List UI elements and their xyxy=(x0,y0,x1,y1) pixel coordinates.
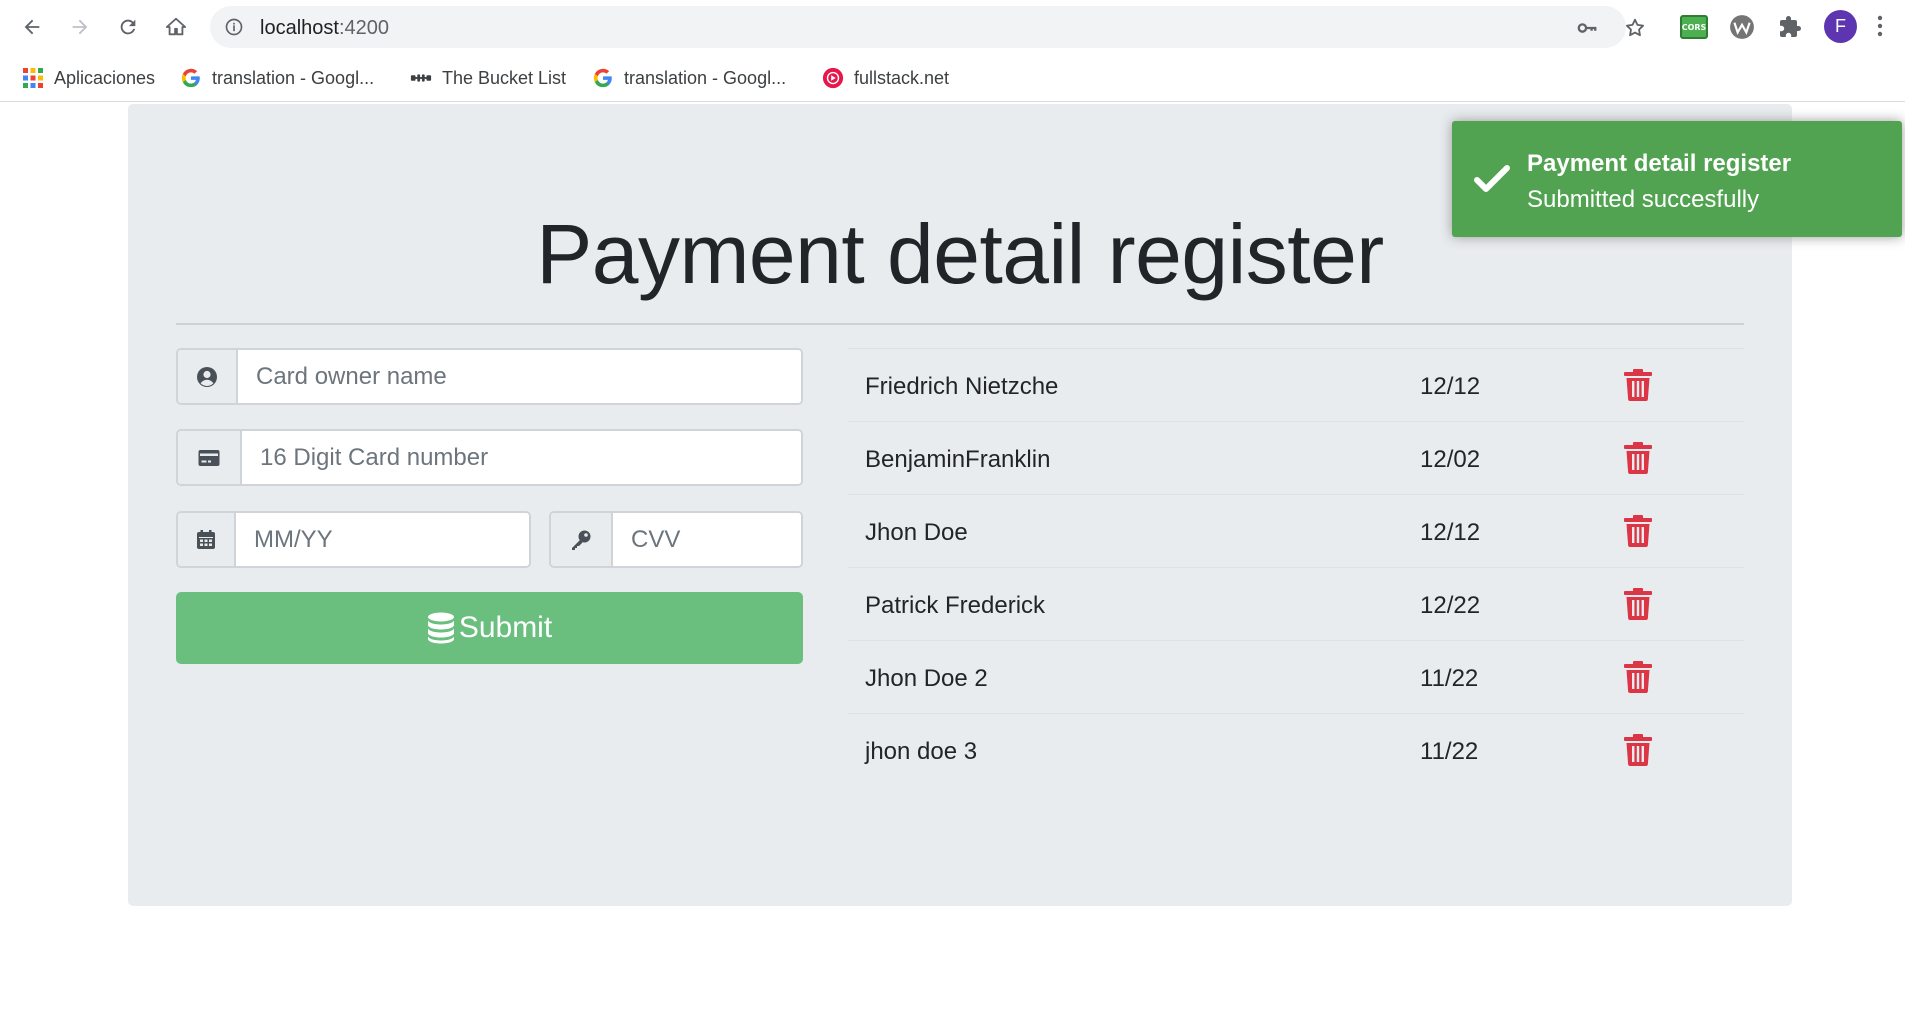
expiry-cell: 12/22 xyxy=(1420,592,1481,619)
toast-title: Payment detail register xyxy=(1527,150,1792,177)
owner-name-group xyxy=(176,348,803,405)
google-icon xyxy=(593,68,612,88)
site-info-icon[interactable] xyxy=(224,17,244,37)
reload-button[interactable] xyxy=(110,9,146,45)
reload-icon xyxy=(120,19,136,35)
owner-addon xyxy=(178,350,238,403)
table-row[interactable]: Friedrich Nietzche 12/12 xyxy=(848,348,1744,421)
back-arrow-icon xyxy=(24,19,40,35)
bookmark-label: fullstack.net xyxy=(854,67,950,88)
forward-arrow-icon xyxy=(72,19,88,35)
bookmark-label: translation - Googl... xyxy=(624,67,787,88)
expiration-group xyxy=(176,511,531,568)
w-extension-icon[interactable] xyxy=(1728,13,1756,41)
payment-details-table: Friedrich Nietzche 12/12 BenjaminFrankli… xyxy=(848,348,1744,786)
card-number-input[interactable] xyxy=(242,431,801,484)
browser-menu-icon[interactable] xyxy=(1876,14,1884,38)
url-host: localhost xyxy=(260,17,339,39)
key-icon xyxy=(572,530,591,550)
table-row[interactable]: jhon doe 3 11/22 xyxy=(848,713,1744,786)
success-toast[interactable]: Payment detail register Submitted succes… xyxy=(1452,121,1902,237)
home-button[interactable] xyxy=(158,9,194,45)
owner-name-input[interactable] xyxy=(238,350,801,403)
bookmark-label: The Bucket List xyxy=(442,67,567,88)
trash-icon[interactable] xyxy=(1624,734,1652,766)
expiry-cell: 11/22 xyxy=(1420,738,1479,765)
card-owner-cell: Jhon Doe 2 xyxy=(865,665,988,692)
trash-icon[interactable] xyxy=(1624,588,1652,620)
bookmark-translation-2[interactable]: translation - Googl... xyxy=(592,66,786,90)
profile-avatar[interactable]: F xyxy=(1824,10,1857,43)
submit-button[interactable]: Submit xyxy=(176,592,803,664)
table-row[interactable]: BenjaminFranklin 12/02 xyxy=(848,421,1744,494)
google-icon xyxy=(181,68,200,88)
trash-icon[interactable] xyxy=(1624,442,1652,474)
table-row[interactable]: Jhon Doe 12/12 xyxy=(848,494,1744,567)
table-row[interactable]: Jhon Doe 2 11/22 xyxy=(848,640,1744,713)
home-icon xyxy=(165,17,187,36)
apps-grid-icon xyxy=(23,68,43,88)
database-icon xyxy=(427,612,454,644)
toast-message: Submitted succesfully xyxy=(1527,186,1760,213)
expiry-cell: 12/12 xyxy=(1420,519,1481,546)
card-owner-cell: jhon doe 3 xyxy=(865,738,978,765)
cvv-addon xyxy=(551,513,613,566)
bookmark-apps[interactable]: Aplicaciones xyxy=(22,66,155,90)
title-divider xyxy=(176,323,1744,325)
back-button[interactable] xyxy=(14,9,50,45)
bucket-list-icon xyxy=(410,74,432,82)
checkmark-icon xyxy=(1474,165,1510,192)
bookmark-bucket-list[interactable]: The Bucket List xyxy=(410,66,566,90)
user-circle-icon xyxy=(197,366,217,387)
trash-icon[interactable] xyxy=(1624,661,1652,693)
submit-label: Submit xyxy=(458,611,553,644)
cvv-input[interactable] xyxy=(613,513,801,566)
bookmarks-bar: Aplicaciones translation - Googl... The … xyxy=(0,54,1905,102)
card-owner-cell: BenjaminFranklin xyxy=(865,446,1051,473)
bookmark-label: Aplicaciones xyxy=(54,67,156,88)
bookmark-translation-1[interactable]: translation - Googl... xyxy=(180,66,374,90)
expiry-cell: 12/12 xyxy=(1420,373,1481,400)
expiry-cell: 11/22 xyxy=(1420,665,1479,692)
fullstack-icon xyxy=(822,67,844,89)
url-text: localhost:4200 xyxy=(260,17,389,40)
cors-extension-icon[interactable]: CORS xyxy=(1680,15,1708,39)
browser-toolbar: localhost:4200 CORS F xyxy=(0,0,1905,54)
extensions-puzzle-icon[interactable] xyxy=(1776,13,1804,41)
card-owner-cell: Jhon Doe xyxy=(865,519,968,546)
calendar-icon xyxy=(197,529,215,549)
expiration-addon xyxy=(178,513,236,566)
card-addon xyxy=(178,431,242,484)
url-port: :4200 xyxy=(338,17,389,39)
trash-icon[interactable] xyxy=(1624,369,1652,401)
card-number-group xyxy=(176,429,803,486)
cvv-group xyxy=(549,511,803,568)
bookmark-star-icon[interactable] xyxy=(1624,17,1646,39)
trash-icon[interactable] xyxy=(1624,515,1652,547)
credit-card-icon xyxy=(198,449,220,466)
forward-button[interactable] xyxy=(62,9,98,45)
card-owner-cell: Friedrich Nietzche xyxy=(865,373,1059,400)
table-row[interactable]: Patrick Frederick 12/22 xyxy=(848,567,1744,640)
bookmark-fullstack[interactable]: fullstack.net xyxy=(822,66,949,90)
expiry-cell: 12/02 xyxy=(1420,446,1481,473)
expiration-input[interactable] xyxy=(236,513,529,566)
card-owner-cell: Patrick Frederick xyxy=(865,592,1046,619)
key-icon[interactable] xyxy=(1576,17,1598,39)
address-bar[interactable]: localhost:4200 xyxy=(210,6,1644,48)
bookmark-label: translation - Googl... xyxy=(212,67,375,88)
